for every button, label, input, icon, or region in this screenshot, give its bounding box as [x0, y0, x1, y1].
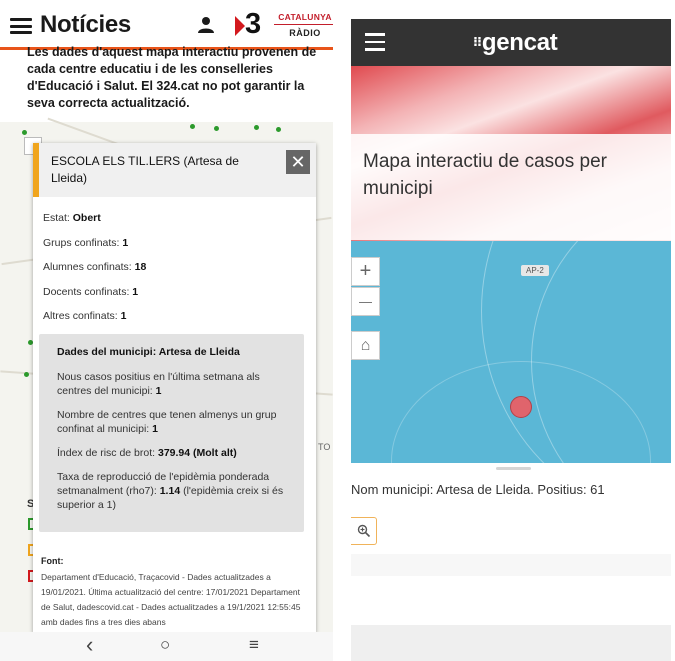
school-popup: ESCOLA ELS TIL.LERS (Artesa de Lleida) ✕…: [33, 143, 316, 633]
school-info-row: Grups confinats: 1: [43, 236, 302, 250]
school-info-row-value: 18: [134, 261, 147, 273]
school-info-list: Estat: Obert Grups confinats: 1 Alumnes co…: [43, 211, 302, 323]
municipality-map[interactable]: AP-2 + — ⌂: [351, 241, 671, 463]
municipality-info-list: Nous casos positius en l'última setmana …: [57, 370, 296, 512]
user-icon[interactable]: [197, 16, 215, 34]
school-info-row-value: 1: [132, 285, 139, 298]
home-extent-button[interactable]: ⌂: [351, 331, 380, 360]
home-button[interactable]: ○: [160, 635, 170, 655]
school-info-row: Docents confinats: 1: [43, 285, 302, 299]
gencat-logo[interactable]: ⁝⁝gencat: [473, 29, 558, 57]
zoom-magnifier-icon: [357, 524, 370, 538]
gencat-logo-mark: ⁝⁝: [473, 34, 482, 49]
popup-header: ESCOLA ELS TIL.LERS (Artesa de Lleida) ✕: [33, 143, 316, 197]
menu-icon[interactable]: [365, 33, 385, 51]
municipality-info-row: Índex de risc de brot: 379.94 (Molt alt): [57, 446, 296, 460]
banner-text-panel: Mapa interactiu de casos per municipi: [351, 134, 671, 240]
panel-drag-handle[interactable]: [496, 467, 531, 470]
school-info-row: Alumnes confinats: 18: [43, 260, 302, 274]
municipality-info-row-value: 1: [155, 384, 162, 397]
bottom-bar: [351, 625, 671, 661]
source-title: Font:: [41, 555, 64, 566]
municipality-info-row-value: 1: [152, 422, 158, 435]
zoom-in-button[interactable]: +: [351, 257, 380, 286]
municipality-title: Dades del municipi: Artesa de Lleida: [57, 345, 240, 358]
app-header: Notícies 3 CATALUNYA RÀDIO: [0, 0, 333, 50]
right-screenshot: ⁝⁝gencat Mapa interactiu de casos per mu…: [351, 19, 671, 661]
hero-banner: Mapa interactiu de casos per municipi: [351, 66, 671, 241]
school-info-row-value: 1: [120, 310, 127, 322]
intro-text: Les dades d'aquest mapa interactiu prove…: [27, 45, 317, 110]
municipality-info-row-label: Nombre de centres que tenen almenys un g…: [57, 408, 277, 435]
android-nav-bar: ‹ ○ ≡: [0, 632, 333, 661]
school-info-row-label: Grups confinats:: [43, 236, 123, 249]
road-label: AP-2: [521, 265, 549, 276]
municipality-info-row: Nous casos positius en l'última setmana …: [57, 370, 296, 398]
municipality-info: Nom municipi: Artesa de Lleida. Positius…: [351, 482, 605, 497]
municipality-box: Dades del municipi: Artesa de Lleida Nou…: [39, 333, 304, 532]
municipality-info-row-value: 379.94 (Molt alt): [157, 446, 237, 459]
tv3-logo[interactable]: 3: [235, 10, 267, 41]
school-info-row-label: Estat:: [43, 212, 73, 224]
school-name: ESCOLA ELS TIL.LERS (Artesa de Lleida): [51, 154, 239, 185]
school-info-row-label: Alumnes confinats:: [43, 261, 135, 273]
popup-body: Estat: Obert Grups confinats: 1 Alumnes co…: [33, 197, 316, 630]
school-info-row-value: Obert: [72, 212, 101, 224]
school-info-row-value: 1: [122, 236, 129, 249]
page-title: Notícies: [40, 11, 131, 38]
municipality-info-row: Nombre de centres que tenen almenys un g…: [57, 408, 296, 436]
zoom-to-button[interactable]: [351, 517, 377, 545]
school-info-row-label: Altres confinats:: [43, 310, 121, 322]
municipality-marker[interactable]: [510, 396, 532, 418]
catalunya-radio-logo[interactable]: CATALUNYA RÀDIO: [274, 12, 333, 42]
zoom-out-button[interactable]: —: [351, 287, 380, 316]
source-text: Departament d'Educació, Traçacovid - Dad…: [41, 571, 301, 627]
banner-title: Mapa interactiu de casos per municipi: [363, 151, 607, 199]
recent-apps-button[interactable]: ≡: [249, 635, 259, 655]
menu-icon[interactable]: [10, 18, 32, 34]
municipality-info-row-label: Índex de risc de brot:: [57, 446, 158, 459]
school-info-row: Altres confinats: 1: [43, 309, 302, 323]
school-info-row-label: Docents confinats:: [43, 285, 133, 298]
close-button[interactable]: ✕: [286, 150, 310, 174]
bottom-strip: [351, 554, 671, 576]
school-info-row: Estat: Obert: [43, 211, 302, 225]
gencat-logo-text: gencat: [481, 29, 558, 56]
gencat-header: ⁝⁝gencat: [351, 19, 671, 66]
left-screenshot: Notícies 3 CATALUNYA RÀDIO Les dades d'a…: [0, 0, 333, 661]
municipality-info-row: Taxa de reproducció de l'epidèmia ponder…: [57, 470, 296, 512]
back-button[interactable]: ‹: [86, 632, 93, 658]
municipality-info-row-value: 1.14: [159, 484, 181, 497]
map-side-label: TO: [318, 442, 331, 452]
